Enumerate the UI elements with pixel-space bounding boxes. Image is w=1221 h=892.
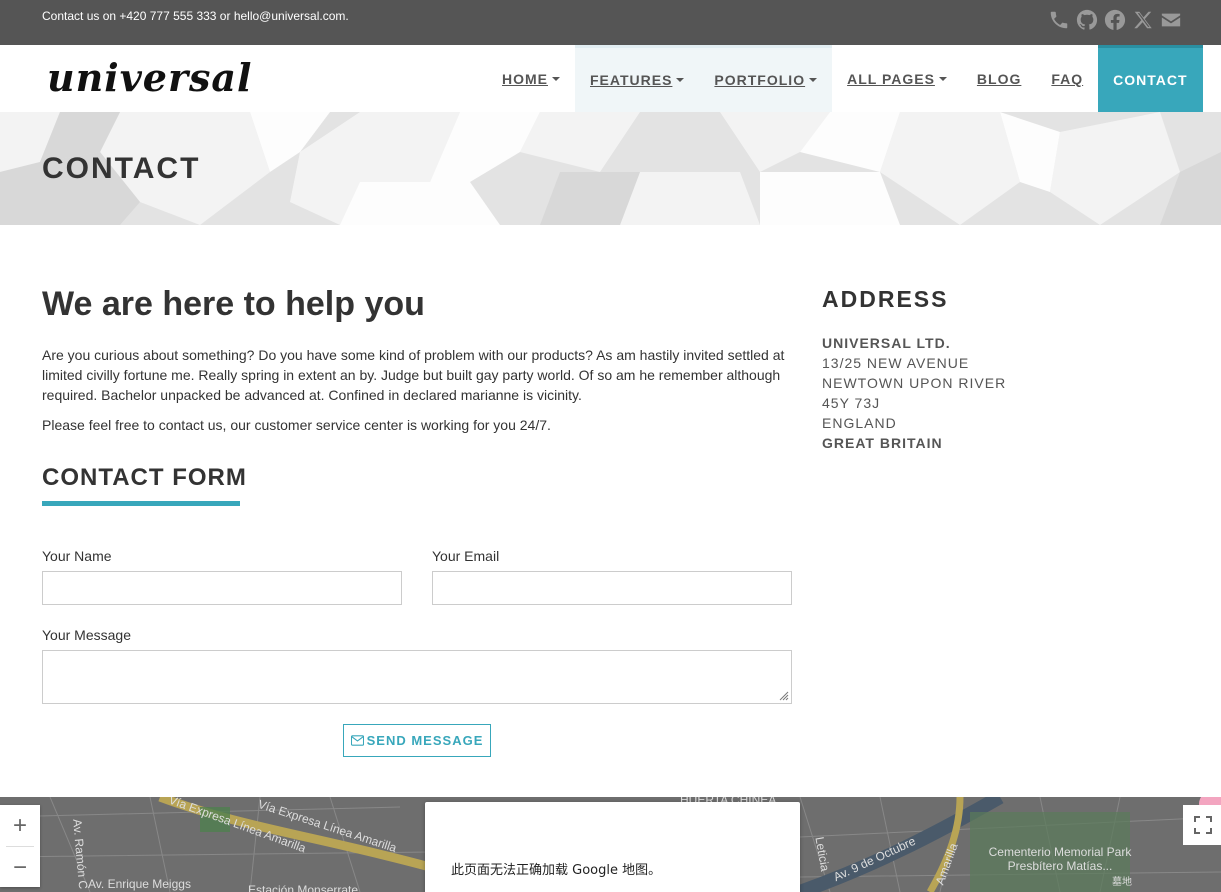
contact-info-text: Contact us on +420 777 555 333 or hello@…: [42, 9, 349, 23]
map-label: Estación Monserrate: [248, 883, 359, 892]
page-heading-band: CONTACT: [0, 112, 1221, 225]
send-message-label: SEND MESSAGE: [366, 733, 484, 748]
nav-features-label: FEATURES: [590, 72, 673, 88]
zoom-control: + −: [0, 805, 40, 887]
nav-contact[interactable]: CONTACT: [1098, 45, 1203, 112]
name-field[interactable]: [42, 571, 402, 605]
address-line: ENGLAND: [822, 415, 897, 431]
facebook-icon[interactable]: [1103, 8, 1127, 32]
map-label: 墓地: [1112, 877, 1132, 888]
navbar: universal HOME FEATURES PORTFOLIO ALL PA…: [0, 45, 1221, 112]
page-title: CONTACT: [42, 152, 201, 185]
nav-all-pages[interactable]: ALL PAGES: [832, 45, 962, 112]
nav-portfolio[interactable]: PORTFOLIO: [699, 45, 833, 112]
logo[interactable]: universal: [47, 55, 252, 100]
zoom-in-button[interactable]: +: [0, 805, 40, 846]
social-links: [1047, 8, 1183, 32]
resize-handle-icon[interactable]: [777, 689, 789, 701]
map-error-dialog: 此页面无法正确加载 Google 地图。: [425, 802, 800, 892]
nav-blog[interactable]: BLOG: [962, 45, 1036, 112]
envelope-icon[interactable]: [1159, 8, 1183, 32]
address-country: GREAT BRITAIN: [822, 435, 943, 451]
phone-icon[interactable]: [1047, 8, 1071, 32]
fullscreen-button[interactable]: [1183, 805, 1221, 845]
map-error-message: 此页面无法正确加载 Google 地图。: [451, 863, 662, 878]
map[interactable]: Vía Expresa Línea Amarilla Vía Expresa L…: [0, 797, 1221, 892]
map-label: Cementerio Memorial Park Presbítero Matí…: [988, 845, 1132, 873]
message-field[interactable]: [42, 650, 792, 704]
address-line: NEWTOWN UPON RIVER: [822, 375, 1007, 391]
github-icon[interactable]: [1075, 8, 1099, 32]
main-nav: HOME FEATURES PORTFOLIO ALL PAGES BLOG F…: [487, 45, 1203, 112]
message-label: Your Message: [42, 627, 131, 643]
email-label: Your Email: [432, 548, 500, 564]
chevron-down-icon: [809, 78, 818, 82]
send-message-button[interactable]: SEND MESSAGE: [343, 724, 491, 757]
address-title: ADDRESS: [822, 286, 949, 312]
email-field[interactable]: [432, 571, 792, 605]
x-icon[interactable]: [1131, 8, 1155, 32]
support-paragraph: Please feel free to contact us, our cust…: [42, 417, 551, 433]
nav-home[interactable]: HOME: [487, 45, 575, 112]
chevron-down-icon: [676, 78, 685, 82]
nav-features[interactable]: FEATURES: [575, 45, 700, 112]
contact-form-title: CONTACT FORM: [42, 464, 247, 491]
name-label: Your Name: [42, 548, 112, 564]
nav-faq[interactable]: FAQ: [1036, 45, 1098, 112]
chevron-down-icon: [938, 76, 947, 81]
title-underline: [42, 501, 240, 506]
top-bar: Contact us on +420 777 555 333 or hello@…: [0, 0, 1221, 45]
zoom-out-button[interactable]: −: [0, 847, 40, 888]
nav-all-pages-label: ALL PAGES: [847, 70, 935, 87]
address-block: UNIVERSAL LTD. 13/25 NEW AVENUE NEWTOWN …: [822, 333, 1006, 453]
intro-paragraph: Are you curious about something? Do you …: [42, 347, 785, 403]
address-line: 13/25 NEW AVENUE: [822, 355, 970, 371]
envelope-icon: [350, 735, 364, 746]
nav-home-label: HOME: [502, 70, 548, 87]
address-company: UNIVERSAL LTD.: [822, 335, 951, 351]
map-label: Av. Enrique Meiggs: [88, 877, 191, 891]
nav-portfolio-label: PORTFOLIO: [714, 72, 806, 88]
fullscreen-icon: [1194, 816, 1212, 834]
address-line: 45Y 73J: [822, 395, 881, 411]
help-heading: We are here to help you: [42, 285, 425, 323]
chevron-down-icon: [552, 76, 560, 81]
